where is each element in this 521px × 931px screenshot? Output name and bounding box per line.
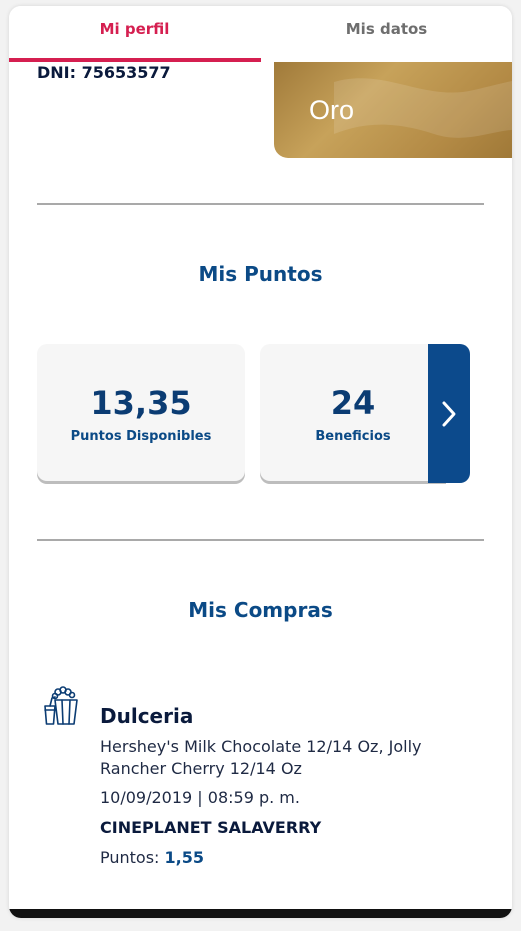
membership-card: Oro: [274, 62, 512, 158]
benefits-card[interactable]: 24 Beneficios: [260, 344, 446, 481]
purchase-points-label: Puntos:: [100, 848, 160, 867]
benefits-label: Beneficios: [315, 429, 391, 444]
tab-mis-datos[interactable]: Mis datos: [261, 6, 512, 62]
app-screen: Mi perfil Mis datos DNI: 75653577 Oro Mi…: [9, 6, 512, 918]
purchase-points: Puntos: 1,55: [100, 848, 204, 867]
dni-text: DNI: 75653577: [37, 63, 171, 82]
available-points-label: Puntos Disponibles: [70, 429, 212, 444]
tab-mi-perfil[interactable]: Mi perfil: [9, 6, 260, 62]
bottom-bar: [9, 909, 512, 918]
benefits-arrow-button[interactable]: [428, 344, 470, 483]
purchase-description: Hershey's Milk Chocolate 12/14 Oz, Jolly…: [100, 737, 422, 778]
purchase-datetime: 10/09/2019 | 08:59 p. m.: [100, 788, 300, 807]
available-points-card: 13,35 Puntos Disponibles: [37, 344, 245, 481]
popcorn-drink-icon: [44, 686, 78, 725]
card-level-label: Oro: [309, 95, 355, 125]
divider: [37, 539, 484, 541]
benefits-value: 24: [330, 384, 376, 422]
purchases-section-title: Mis Compras: [188, 598, 333, 622]
divider: [37, 203, 484, 205]
tab-bar: Mi perfil Mis datos: [9, 6, 512, 62]
chevron-right-icon: [442, 401, 456, 426]
purchase-points-value: 1,55: [164, 848, 205, 867]
purchase-category: Dulceria: [100, 704, 194, 728]
active-tab-indicator: [9, 58, 261, 62]
points-section-title: Mis Puntos: [198, 262, 323, 286]
available-points-value: 13,35: [90, 384, 192, 422]
purchase-store: CINEPLANET SALAVERRY: [100, 818, 322, 837]
